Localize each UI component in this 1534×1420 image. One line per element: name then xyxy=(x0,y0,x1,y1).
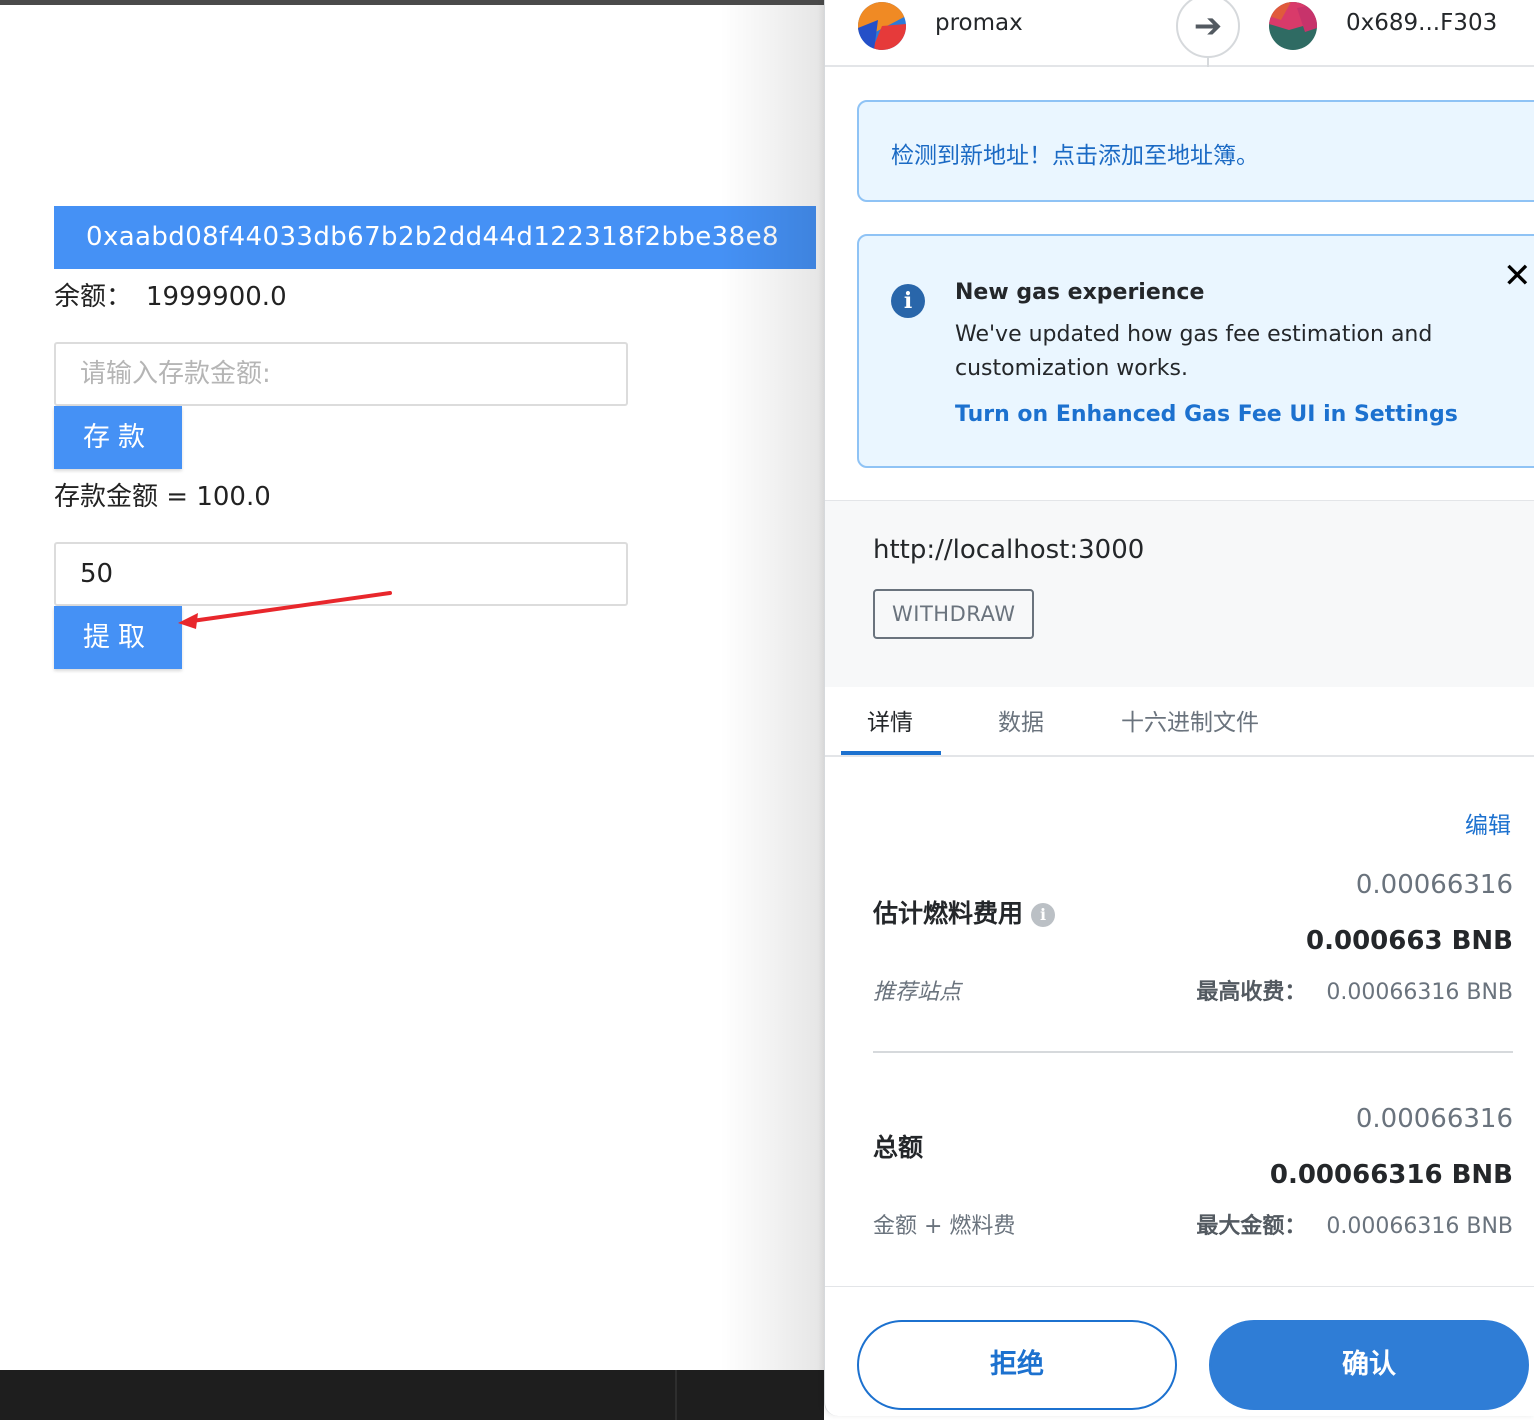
to-account-avatar[interactable] xyxy=(1269,2,1317,50)
total-secondary: 0.00066316 xyxy=(1355,1104,1513,1134)
dock-bar xyxy=(0,1370,824,1420)
close-icon[interactable]: ✕ xyxy=(1503,256,1532,296)
max-amount-value: 0.00066316 BNB xyxy=(1326,1214,1513,1239)
sender-recipient-header: promax ➔ 0x689...F303 xyxy=(825,0,1534,67)
section-divider xyxy=(873,1051,1513,1053)
max-amount-label: 最大金额： xyxy=(1196,1214,1307,1239)
total-label: 总额 xyxy=(873,1133,924,1162)
balance-label: 余额： xyxy=(54,282,133,312)
recipient-address[interactable]: 0x689...F303 xyxy=(1346,10,1497,36)
deposit-amount-text: 存款金额 = 100.0 xyxy=(54,482,271,512)
deposit-amount-input[interactable] xyxy=(54,342,628,406)
notice-body: We've updated how gas fee estimation and… xyxy=(955,322,1433,381)
tab-bar: 详情 数据 十六进制文件 xyxy=(825,687,1534,757)
gas-fee-label: 估计燃料费用 xyxy=(873,899,1024,928)
reject-button[interactable]: 拒绝 xyxy=(857,1320,1177,1410)
gas-fee-secondary: 0.00066316 xyxy=(1355,870,1513,900)
annotation-arrow xyxy=(178,591,392,629)
from-account-name[interactable]: promax xyxy=(935,10,1023,36)
edit-gas-link[interactable]: 编辑 xyxy=(1465,806,1511,840)
method-badge: WITHDRAW xyxy=(873,589,1035,639)
browser-top-strip xyxy=(0,0,824,5)
origin-url: http://localhost:3000 xyxy=(873,535,1145,565)
gas-fee-max: 最高收费： 0.00066316 BNB xyxy=(1196,974,1513,1006)
tab-data[interactable]: 数据 xyxy=(998,703,1044,737)
gas-info-icon[interactable]: i xyxy=(1031,903,1056,927)
from-account-avatar[interactable] xyxy=(858,2,906,50)
gas-fee-primary: 0.000663 BNB xyxy=(1306,926,1513,956)
balance-row: 余额： 1999900.0 xyxy=(54,276,287,313)
gas-experience-notice: i New gas experience We've updated how g… xyxy=(857,234,1534,468)
new-address-alert-text: 检测到新地址！点击添加至地址簿。 xyxy=(891,143,1259,169)
enhanced-gas-settings-link[interactable]: Turn on Enhanced Gas Fee UI in Settings xyxy=(955,402,1458,427)
info-icon: i xyxy=(891,284,925,318)
gas-fee-site-suggested: 推荐站点 xyxy=(873,980,962,1005)
notice-title: New gas experience xyxy=(955,280,1205,305)
panel-shadow xyxy=(720,5,824,1370)
arrow-right-icon: ➔ xyxy=(1176,0,1240,58)
withdraw-button[interactable]: 提取 xyxy=(54,606,182,669)
total-max: 最大金额： 0.00066316 BNB xyxy=(1196,1208,1513,1240)
max-fee-value: 0.00066316 BNB xyxy=(1326,980,1513,1005)
tab-hex[interactable]: 十六进制文件 xyxy=(1121,703,1259,737)
deposit-button[interactable]: 存款 xyxy=(54,406,182,469)
active-tab-indicator xyxy=(841,751,941,755)
origin-section: http://localhost:3000 WITHDRAW xyxy=(825,501,1534,687)
total-primary: 0.00066316 BNB xyxy=(1269,1160,1513,1190)
gas-fee-row: 估计燃料费用 i xyxy=(873,894,1056,930)
confirm-button[interactable]: 确认 xyxy=(1209,1320,1529,1410)
total-sub-label: 金额 + 燃料费 xyxy=(873,1214,1016,1239)
contract-address-bar: 0xaabd08f44033db67b2b2dd44d122318f2bbe38… xyxy=(54,206,816,269)
new-address-alert[interactable]: 检测到新地址！点击添加至地址簿。 xyxy=(857,100,1534,202)
balance-value: 1999900.0 xyxy=(146,282,287,312)
max-fee-label: 最高收费： xyxy=(1196,980,1307,1005)
tab-details[interactable]: 详情 xyxy=(867,703,913,737)
metamask-popup: promax ➔ 0x689...F303 检测到新地址！点击添加至地址簿。 i… xyxy=(824,0,1534,1416)
